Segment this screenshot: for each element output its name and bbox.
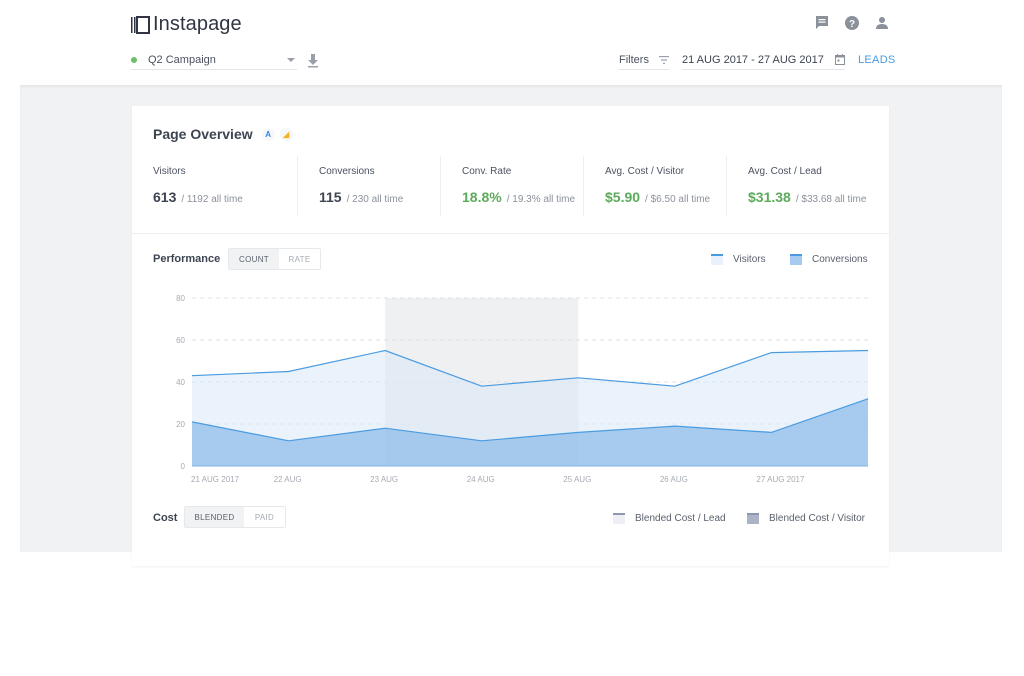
stat-avg-cost-visitor: Avg. Cost / Visitor $5.90 / $6.50 all ti… [583, 156, 726, 216]
campaign-name: Q2 Campaign [148, 53, 216, 66]
filters-button[interactable]: Filters [619, 50, 669, 70]
page-overview-card: Page Overview A ◢ Visitors 613 / 1192 al… [132, 106, 889, 566]
stat-value: 18.8% [462, 189, 502, 205]
filter-icon [658, 55, 669, 64]
y-tick-label: 40 [176, 378, 185, 387]
analytics-icon: ◢ [279, 127, 293, 141]
stat-all-time: / $6.50 all time [645, 194, 711, 205]
legend-label: Blended Cost / Lead [635, 513, 726, 524]
legend-label: Conversions [812, 254, 868, 265]
campaign-select[interactable]: Q2 Campaign [131, 50, 297, 70]
page-overview-title: Page Overview A ◢ [153, 126, 293, 142]
blended-cost-lead-swatch [613, 513, 625, 524]
y-tick-label: 0 [181, 462, 186, 471]
y-tick-label: 80 [176, 294, 185, 303]
y-tick-label: 20 [176, 420, 185, 429]
x-tick-label: 25 AUG [563, 475, 591, 484]
legend-label: Visitors [733, 254, 766, 265]
stat-all-time: / 1192 all time [181, 194, 243, 205]
stat-all-time: / 19.3% all time [506, 194, 576, 205]
google-ads-icon: A [261, 127, 275, 141]
page-overview-heading: Page Overview [153, 126, 253, 142]
stat-all-time: / 230 all time [346, 194, 404, 205]
help-icon[interactable]: ? [844, 15, 860, 31]
blended-cost-visitor-swatch [747, 513, 759, 524]
stat-conversions: Conversions 115 / 230 all time [297, 156, 440, 216]
instapage-logo-icon [131, 15, 150, 34]
stat-all-time: / $33.68 all time [795, 194, 867, 205]
chat-icon[interactable] [814, 15, 830, 31]
x-tick-label: 24 AUG [467, 475, 495, 484]
stat-value: 115 [319, 189, 342, 205]
stats-row: Visitors 613 / 1192 all time Conversions… [132, 156, 889, 216]
legend-label: Blended Cost / Visitor [769, 513, 865, 524]
y-tick-label: 60 [176, 336, 185, 345]
leads-link[interactable]: LEADS [858, 54, 896, 66]
x-tick-label: 27 AUG 2017 [756, 475, 805, 484]
stat-value: $31.38 [748, 189, 791, 205]
stat-avg-cost-lead: Avg. Cost / Lead $31.38 / $33.68 all tim… [726, 156, 889, 216]
stat-label: Avg. Cost / Lead [748, 166, 822, 177]
brand-name: Instapage [153, 13, 242, 35]
cost-toggle: BLENDED PAID [184, 506, 286, 528]
campaign-status-dot [131, 56, 137, 63]
top-bar: Instapage ? Q2 Campaign Filters 21 AUG 2… [0, 0, 1024, 85]
stat-conv-rate: Conv. Rate 18.8% / 19.3% all time [440, 156, 583, 216]
account-icon[interactable] [874, 15, 890, 31]
conversions-swatch [790, 254, 802, 265]
count-toggle[interactable]: COUNT [229, 249, 279, 269]
blended-toggle[interactable]: BLENDED [185, 507, 244, 527]
performance-legend-visitors[interactable]: Visitors [711, 254, 766, 265]
x-tick-label: 21 AUG 2017 [191, 475, 240, 484]
paid-toggle[interactable]: PAID [244, 507, 285, 527]
x-tick-label: 22 AUG [274, 475, 302, 484]
x-tick-label: 26 AUG [660, 475, 688, 484]
stat-label: Conv. Rate [462, 166, 512, 177]
stat-value: $5.90 [605, 189, 641, 205]
performance-toggle: COUNT RATE [228, 248, 321, 270]
cost-legend-visitor[interactable]: Blended Cost / Visitor [747, 513, 865, 524]
calendar-icon [835, 54, 845, 65]
date-range-picker[interactable]: 21 AUG 2017 - 27 AUG 2017 [682, 50, 845, 70]
stat-label: Visitors [153, 166, 186, 177]
performance-chart: 0 20 40 60 80 21 AUG 2017 22 AUG 23 AUG 24 AUG 25… [176, 294, 869, 484]
filters-label: Filters [619, 53, 649, 66]
rate-toggle[interactable]: RATE [279, 249, 320, 269]
svg-text:?: ? [849, 19, 855, 30]
section-divider [132, 233, 889, 234]
chevron-down-icon [287, 57, 295, 62]
stat-value: 613 [153, 189, 177, 205]
cost-legend-lead[interactable]: Blended Cost / Lead [613, 513, 726, 524]
performance-legend-conversions[interactable]: Conversions [790, 254, 868, 265]
header-icons: ? [814, 15, 890, 31]
cost-title: Cost [153, 512, 178, 524]
x-tick-label: 23 AUG [370, 475, 398, 484]
download-icon[interactable] [307, 54, 319, 68]
logo[interactable]: Instapage [131, 13, 242, 36]
performance-title: Performance [153, 253, 221, 265]
stat-label: Avg. Cost / Visitor [605, 166, 685, 177]
visitors-swatch [711, 254, 723, 265]
stat-label: Conversions [319, 166, 375, 177]
stat-visitors: Visitors 613 / 1192 all time [132, 156, 297, 216]
date-range-value: 21 AUG 2017 - 27 AUG 2017 [682, 53, 824, 66]
